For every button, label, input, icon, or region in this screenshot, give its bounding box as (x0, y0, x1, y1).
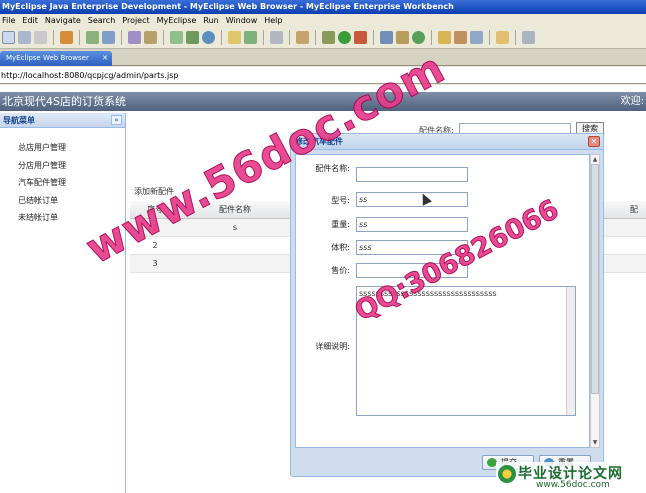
menu-navigate[interactable]: Navigate (45, 14, 81, 27)
toolbar-separator (263, 30, 264, 45)
save-icon[interactable] (18, 31, 31, 44)
refresh-icon[interactable] (244, 31, 257, 44)
close-icon[interactable]: ✕ (588, 136, 600, 147)
toolbar-separator (121, 30, 122, 45)
toolbar-separator (163, 30, 164, 45)
new-icon[interactable] (2, 31, 15, 44)
menu-edit[interactable]: Edit (22, 14, 38, 27)
model-label: 型号: (331, 196, 350, 205)
dialog-scrollbar[interactable]: ▲ ▼ (590, 154, 600, 448)
table-cell: 3 (152, 259, 158, 268)
toolbar (0, 27, 646, 49)
name-label: 配件名称: (315, 164, 350, 173)
print-icon[interactable] (34, 31, 47, 44)
price-label: 售价: (331, 266, 350, 275)
sidebar-item-settled-orders[interactable]: 已结帐订单 (18, 192, 125, 210)
tab-web-browser[interactable]: MyEclipse Web Browser ✕ (0, 51, 112, 66)
new-package-icon[interactable] (396, 31, 409, 44)
close-icon[interactable]: ✕ (102, 51, 108, 66)
menu-myeclipse[interactable]: MyEclipse (157, 14, 197, 27)
name-input[interactable] (356, 167, 468, 182)
welcome-text: 欢迎: (620, 96, 644, 107)
tab-label: MyEclipse Web Browser (6, 54, 89, 62)
textarea-scrollbar[interactable] (566, 287, 575, 415)
sidebar-title: 导航菜单 (3, 116, 35, 125)
scroll-down-icon[interactable]: ▼ (591, 438, 599, 447)
sidebar-item-branch-users[interactable]: 分店用户管理 (18, 157, 125, 175)
menu-file[interactable]: File (2, 14, 15, 27)
open-folder-icon[interactable] (438, 31, 451, 44)
sidebar-item-hq-users[interactable]: 总店用户管理 (18, 139, 125, 157)
toolbar-separator (289, 30, 290, 45)
brand-logo-icon (498, 465, 516, 483)
toolbar-separator (515, 30, 516, 45)
package-icon[interactable] (144, 31, 157, 44)
editor-tab-bar: MyEclipse Web Browser ✕ (0, 49, 646, 66)
debug-bug-icon[interactable] (322, 31, 335, 44)
collapse-icon[interactable]: « (111, 115, 122, 125)
detail-label: 详细说明: (315, 342, 350, 351)
menu-window[interactable]: Window (226, 14, 258, 27)
model-input[interactable]: ss (356, 192, 468, 207)
folder-icon[interactable] (228, 31, 241, 44)
server-icon[interactable] (102, 31, 115, 44)
toolbar-separator (431, 30, 432, 45)
annotation-icon[interactable] (496, 31, 509, 44)
sidebar-header: 导航菜单 « (0, 113, 125, 128)
volume-label: 体积: (331, 243, 350, 252)
toolbar-separator (53, 30, 54, 45)
scroll-up-icon[interactable]: ▲ (591, 155, 599, 164)
menu-bar: File Edit Navigate Search Project MyEcli… (0, 14, 646, 27)
sidebar-item-parts[interactable]: 汽车配件管理 (18, 174, 125, 192)
nav-sidebar: 导航菜单 « 总店用户管理 分店用户管理 汽车配件管理 已结帐订单 未结帐订单 (0, 113, 126, 493)
edit-part-dialog: 修改汽车配件 ✕ 配件名称: 型号: ss 重量: ss 体积: sss 售价:… (290, 133, 604, 477)
brand-url: www.56doc.com (536, 480, 610, 490)
weight-input[interactable]: ss (356, 217, 468, 232)
url-input[interactable]: http://localhost:8080/qcpjcg/admin/parts… (0, 67, 646, 84)
add-icon[interactable] (170, 31, 183, 44)
search-icon[interactable] (470, 31, 483, 44)
app-title: 北京现代4S店的订货系统 (2, 95, 126, 108)
navigate-icon[interactable] (522, 31, 535, 44)
toolbar-separator (221, 30, 222, 45)
external-tools-icon[interactable] (296, 31, 309, 44)
toolbar-separator (489, 30, 490, 45)
run-external-icon[interactable] (354, 31, 367, 44)
menu-help[interactable]: Help (264, 14, 282, 27)
deploy-icon[interactable] (86, 31, 99, 44)
table-cell (180, 237, 290, 254)
open-type-icon[interactable] (270, 31, 283, 44)
brand-watermark: 毕业设计论文网 www.56doc.com (496, 462, 646, 493)
deploy-app-icon[interactable] (186, 31, 199, 44)
toolbar-separator (315, 30, 316, 45)
window-title: MyEclipse Java Enterprise Development - … (0, 0, 646, 14)
new-java-project-icon[interactable] (380, 31, 393, 44)
pen-icon[interactable] (454, 31, 467, 44)
menu-project[interactable]: Project (122, 14, 149, 27)
toolbar-separator (79, 30, 80, 45)
menu-search[interactable]: Search (88, 14, 115, 27)
run-icon[interactable] (338, 31, 351, 44)
wizard-icon[interactable] (128, 31, 141, 44)
toolbar-separator (373, 30, 374, 45)
weight-label: 重量: (331, 220, 350, 229)
debug-icon[interactable] (60, 31, 73, 44)
globe-icon[interactable] (202, 31, 215, 44)
table-cell (180, 255, 290, 272)
menu-run[interactable]: Run (203, 14, 218, 27)
sidebar-items: 总店用户管理 分店用户管理 汽车配件管理 已结帐订单 未结帐订单 (0, 128, 125, 227)
new-class-icon[interactable] (412, 31, 425, 44)
scroll-thumb[interactable] (591, 164, 599, 394)
